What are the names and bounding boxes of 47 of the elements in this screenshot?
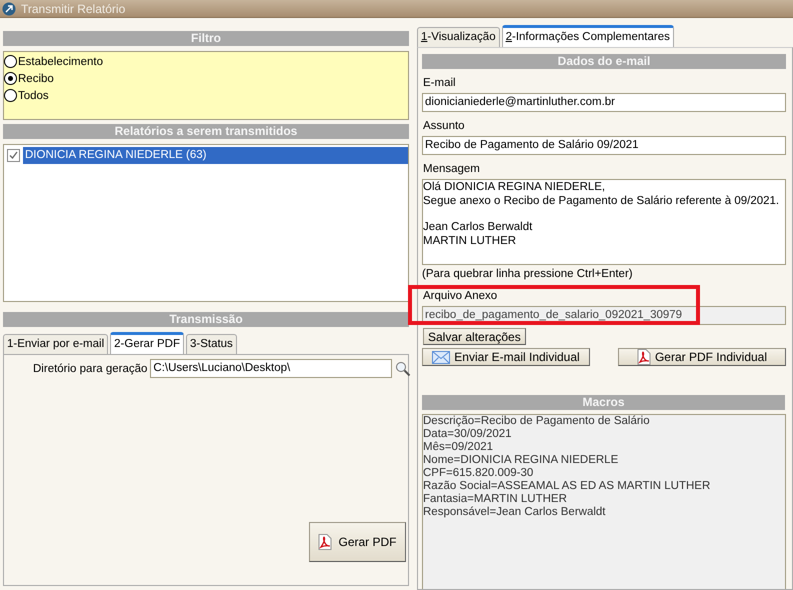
- envelope-icon: [432, 350, 450, 364]
- macro-line: Fantasia=MARTIN LUTHER: [423, 493, 568, 506]
- pdf-icon: [318, 534, 332, 550]
- pdf-icon: [636, 349, 651, 365]
- message-field[interactable]: Olá DIONICIA REGINA NIEDERLE, Segue anexo o Recibo de Pagamento de Salário referente à 09/2021. Jean Carlos Berwaldt MARTIN LUTHER: [422, 179, 786, 265]
- field-label: E-mail: [423, 77, 457, 91]
- macro-line: Descrição=Recibo de Pagamento de Salário: [423, 415, 651, 428]
- search-button[interactable]: [395, 360, 412, 378]
- generate-pdf-button[interactable]: Gerar PDF: [309, 522, 406, 562]
- macro-line: Responsável=Jean Carlos Berwaldt: [423, 506, 607, 519]
- radio-option[interactable]: Todos: [4, 87, 49, 104]
- macro-line: Mês=09/2021: [423, 441, 494, 454]
- radio-option[interactable]: Recibo: [4, 70, 54, 87]
- field-label: Diretório para geração: [33, 362, 148, 374]
- generate-pdf-button[interactable]: Gerar PDF Individual: [618, 348, 786, 366]
- message-line: Jean Carlos Berwaldt: [423, 221, 534, 234]
- save-button[interactable]: Salvar alterações: [423, 328, 526, 345]
- macro-line: Data=30/09/2021: [423, 428, 513, 441]
- send-email-button[interactable]: Enviar E-mail Individual: [422, 348, 590, 366]
- message-line: MARTIN LUTHER: [423, 234, 518, 248]
- app-icon: [2, 2, 16, 16]
- message-line: Olá DIONICIA REGINA NIEDERLE,: [423, 181, 606, 194]
- field-label: Mensagem: [423, 163, 481, 177]
- checkbox[interactable]: [7, 149, 20, 162]
- tab[interactable]: 2-Informações Complementares: [502, 25, 674, 47]
- section-header: Filtro: [3, 31, 409, 46]
- macro-line: CPF=615.820.009-30: [423, 467, 534, 480]
- tab[interactable]: 1-Enviar por e-mail: [3, 334, 108, 354]
- window-title: Transmitir Relatório: [21, 2, 126, 16]
- section-header: Relatórios a serem transmitidos: [3, 124, 409, 139]
- hint-text: (Para quebrar linha pressione Ctrl+Enter): [422, 268, 634, 280]
- tab[interactable]: 2-Gerar PDF: [110, 332, 184, 354]
- directory-field[interactable]: C:\Users\Luciano\Desktop\: [150, 359, 392, 378]
- subject-field[interactable]: Recibo de Pagamento de Salário 09/2021: [422, 136, 786, 155]
- email-field[interactable]: dionicianiederle@martinluther.com.br: [422, 93, 786, 112]
- macro-line: Razão Social=ASSEAMAL AS ED AS MARTIN LUTHER: [423, 480, 712, 493]
- message-line: Segue anexo o Recibo de Pagamento de Salário referente à 09/2021.: [423, 194, 780, 208]
- field-label: Assunto: [423, 120, 466, 134]
- section-header: Transmissão: [3, 312, 409, 327]
- tab[interactable]: 1-Visualização: [417, 27, 500, 47]
- macro-line: Nome=DIONICIA REGINA NIEDERLE: [423, 454, 620, 467]
- section-header: Macros: [422, 395, 785, 410]
- field-label: Arquivo Anexo: [423, 290, 498, 304]
- section-header: Dados do e-mail: [422, 54, 786, 69]
- search-icon: [395, 360, 412, 376]
- radio-option[interactable]: Estabelecimento: [4, 53, 104, 70]
- tab[interactable]: 3-Status: [186, 334, 237, 354]
